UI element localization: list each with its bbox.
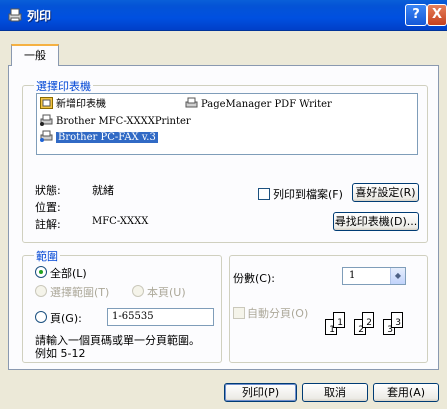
- print-button[interactable]: 列印(P): [224, 383, 297, 402]
- collate-checkbox[interactable]: [233, 307, 245, 319]
- location-label: 位置:: [35, 201, 61, 214]
- copies-input[interactable]: 1 ◆: [342, 267, 406, 285]
- cancel-button[interactable]: 取消: [302, 383, 368, 402]
- window-title: 列印: [27, 9, 52, 23]
- page-range-hint-2: 例如 5-12: [35, 347, 86, 360]
- help-button[interactable]: ?: [405, 4, 427, 26]
- collate-page-icon: 1: [333, 312, 345, 328]
- range-current-page-radio[interactable]: [132, 285, 144, 297]
- range-selection-radio[interactable]: [35, 285, 47, 297]
- close-button[interactable]: X: [427, 4, 447, 26]
- page-range-input[interactable]: 1-65535: [107, 308, 214, 326]
- printer-item-brother-mfc[interactable]: Brother MFC-XXXXPrinter: [40, 114, 191, 129]
- printer-item-brother-pcfax[interactable]: Brother PC-FAX v.3: [40, 130, 158, 145]
- find-printer-button[interactable]: 尋找印表機(D)...: [333, 212, 419, 231]
- tab-general[interactable]: 一般: [11, 44, 59, 66]
- comment-label: 註解:: [35, 218, 61, 231]
- printer-icon: [40, 114, 53, 126]
- printer-item-add[interactable]: 新增印表機: [40, 97, 106, 112]
- status-value: 就緒: [92, 184, 114, 197]
- printer-item-pdf[interactable]: PageManager PDF Writer: [185, 97, 332, 112]
- range-selection-label[interactable]: 選擇範圍(T): [50, 284, 109, 300]
- select-printer-title: 選擇印表機: [34, 78, 93, 94]
- range-pages-label[interactable]: 頁(G):: [50, 310, 82, 326]
- copies-spinner-icon[interactable]: ◆: [390, 268, 405, 284]
- page-range-title: 範圍: [34, 248, 60, 264]
- printer-icon: [185, 97, 198, 108]
- printer-list[interactable]: 新增印表機 PageManager PDF Writer Brother MFC…: [36, 93, 418, 155]
- range-pages-radio[interactable]: [35, 311, 47, 323]
- range-all-label[interactable]: 全部(L): [50, 265, 87, 281]
- status-label: 狀態:: [35, 184, 61, 197]
- fax-printer-icon: [40, 130, 53, 142]
- print-to-file-checkbox[interactable]: [258, 188, 270, 200]
- comment-value: MFC-XXXX: [92, 216, 149, 227]
- collate-page-icon: 3: [391, 312, 403, 328]
- copies-label: 份數(C):: [233, 272, 275, 285]
- title-bar[interactable]: 列印 ? X: [0, 0, 447, 31]
- collate-page-icon: 2: [362, 312, 374, 328]
- printer-icon: [8, 8, 22, 22]
- print-to-file-label[interactable]: 列印到檔案(F): [273, 186, 343, 202]
- range-all-radio[interactable]: [35, 266, 47, 278]
- range-current-page-label[interactable]: 本頁(U): [147, 284, 186, 300]
- apply-button[interactable]: 套用(A): [373, 383, 439, 402]
- print-dialog: 列印 ? X 一般 選擇印表機 新增印表機 PageManager PDF Wr…: [0, 0, 447, 409]
- preferences-button[interactable]: 喜好設定(R): [352, 183, 419, 202]
- collate-label[interactable]: 自動分頁(O): [247, 305, 308, 321]
- add-printer-icon: [40, 97, 53, 109]
- copies-value: 1: [349, 270, 356, 281]
